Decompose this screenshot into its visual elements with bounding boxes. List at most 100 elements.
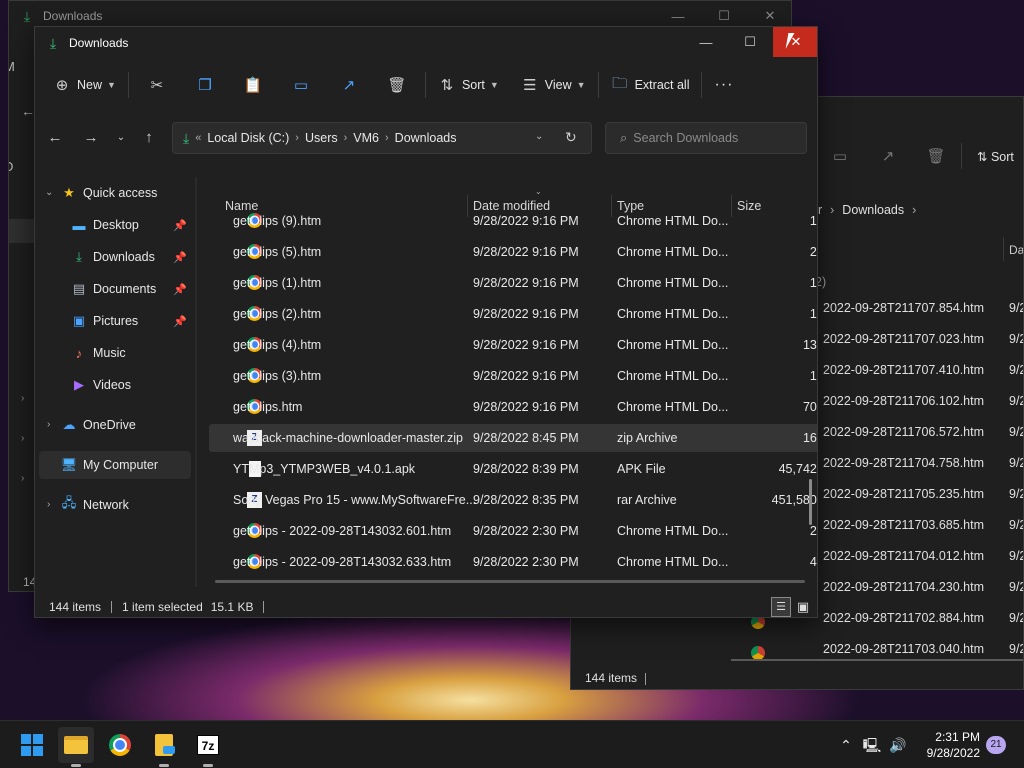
files-app-icon: [155, 734, 175, 756]
taskbar-file-explorer[interactable]: [58, 727, 94, 763]
list-item[interactable]: getClips - 2022-09-28T143032.633.htm 9/28…: [209, 548, 817, 576]
tiles-view-button[interactable]: ▣: [793, 597, 813, 617]
file-name: getClips (9).htm: [233, 214, 322, 228]
list-item[interactable]: Zwayback-machine-downloader-master.zip 9/…: [209, 424, 817, 452]
active-indicator: [159, 764, 169, 767]
bg-rename-icon[interactable]: ▭: [831, 147, 849, 165]
crumb-vm6[interactable]: VM6: [353, 131, 379, 145]
command-bar: ⊕ New ▼ ✂ ❐ 📋 ▭ ↗ 🗑 ⇅ Sort ▼ ☰ View ▼ 🗀 …: [35, 61, 817, 109]
list-item[interactable]: getClips (1).htm 9/28/2022 9:16 PM Chrome …: [209, 269, 817, 297]
file-type: Chrome HTML Do...: [617, 369, 729, 383]
bg-chevron-icon: ›: [21, 473, 25, 484]
list-item[interactable]: getClips (2).htm 9/28/2022 9:16 PM Chrome …: [209, 300, 817, 328]
view-button[interactable]: ☰ View ▼: [513, 69, 594, 101]
file-date: 9/28/2022 8:35 PM: [473, 493, 579, 507]
recent-locations-button[interactable]: ⌄: [107, 123, 135, 151]
bg-file-name[interactable]: 2022-09-28T211704.230.htm: [823, 580, 984, 594]
active-indicator: [203, 764, 213, 767]
bg-file-name[interactable]: 2022-09-28T211704.012.htm: [823, 549, 984, 563]
bg-file-name[interactable]: 2022-09-28T211704.758.htm: [823, 456, 984, 470]
address-dropdown-icon[interactable]: ⌄: [535, 131, 543, 142]
list-item[interactable]: getClips (5).htm 9/28/2022 9:16 PM Chrome …: [209, 238, 817, 266]
rename-icon: ▭: [293, 77, 309, 94]
search-box[interactable]: ⌕: [605, 122, 807, 154]
overflow-chevron-icon[interactable]: «: [195, 132, 201, 144]
bg-file-name[interactable]: 2022-09-28T211705.235.htm: [823, 487, 984, 501]
trash-icon: 🗑: [387, 77, 407, 94]
details-view-button[interactable]: ☰: [771, 597, 791, 617]
crumb-downloads[interactable]: Downloads: [395, 131, 457, 145]
more-dots-icon: ···: [714, 76, 734, 93]
bg-share-icon[interactable]: ↗: [879, 147, 897, 165]
bg-file-name[interactable]: 2022-09-28T211703.040.htm: [823, 642, 984, 656]
bg-back-arrow-icon[interactable]: ←: [21, 103, 35, 119]
bg-delete-icon[interactable]: 🗑: [926, 147, 945, 165]
volume-icon[interactable]: 🔊: [888, 735, 908, 755]
extract-all-button[interactable]: 🗀 Extract all: [603, 69, 698, 101]
bg-file-name[interactable]: 2022-09-28T211707.854.htm: [823, 301, 984, 315]
taskbar-files-app[interactable]: [146, 727, 182, 763]
crumb-users[interactable]: Users: [305, 131, 338, 145]
bg-crumb-downloads[interactable]: Downloads: [842, 203, 904, 217]
sort-button[interactable]: ⇅ Sort ▼: [430, 69, 507, 101]
horizontal-scrollbar[interactable]: [215, 580, 805, 583]
bg-file-name[interactable]: 2022-09-28T211707.023.htm: [823, 332, 984, 346]
paste-button[interactable]: 📋: [229, 69, 277, 101]
chrome-file-icon: [247, 185, 262, 200]
search-input[interactable]: [633, 131, 794, 145]
minimize-button[interactable]: —: [683, 27, 729, 57]
file-size: 1 KB: [809, 369, 817, 383]
clock-time: 2:31 PM: [935, 730, 980, 744]
chevron-down-icon: ▼: [489, 80, 499, 90]
maximize-button[interactable]: ☐: [727, 27, 773, 57]
list-item[interactable]: getClips (4).htm 9/28/2022 9:16 PM Chrome …: [209, 331, 817, 359]
list-item[interactable]: getClips (3).htm 9/28/2022 9:16 PM Chrome …: [209, 362, 817, 390]
bg-sort-button[interactable]: ⇅ Sort: [977, 149, 1014, 164]
taskbar-7zip[interactable]: 7z: [190, 727, 226, 763]
list-item[interactable]: getClips.htm 9/28/2022 9:16 PM Chrome HTML…: [209, 393, 817, 421]
vertical-scrollbar-thumb[interactable]: [809, 479, 812, 525]
taskbar-chrome[interactable]: [102, 727, 138, 763]
copy-button[interactable]: ❐: [181, 69, 229, 101]
list-item[interactable]: getClips - 2022-09-28T143032.601.htm 9/28…: [209, 517, 817, 545]
list-item[interactable]: YTMp3_YTMP3WEB_v4.0.1.apk 9/28/2022 8:39 …: [209, 455, 817, 483]
bg-address-bar[interactable]: er › Downloads ›: [811, 197, 1023, 223]
back-button[interactable]: ←: [41, 123, 69, 151]
rename-button[interactable]: ▭: [277, 69, 325, 101]
file-type: rar Archive: [617, 493, 677, 507]
address-bar[interactable]: ⤓ « Local Disk (C:) › Users › VM6 › Down…: [172, 122, 592, 154]
clock[interactable]: 2:31 PM 9/28/2022: [916, 729, 980, 761]
list-item[interactable]: Z Sony Vegas Pro 15 - www.MySoftwareFre..…: [209, 486, 817, 514]
show-hidden-icons-chevron-icon[interactable]: ⌃: [836, 735, 856, 755]
start-button[interactable]: [14, 727, 50, 763]
explorer-window[interactable]: ⤓ Downloads — ☐ ✕ ⊕ New ▼ ✂ ❐ 📋 ▭ ↗ 🗑 ⇅ …: [34, 26, 818, 618]
network-icon[interactable]: 🖳: [862, 735, 882, 755]
bg-hscroll[interactable]: [731, 659, 1023, 661]
bg-file-name[interactable]: 2022-09-28T211706.572.htm: [823, 425, 984, 439]
bg-file-date: 9/2: [1009, 425, 1023, 439]
status-sep: [111, 601, 113, 613]
file-type: Chrome HTML Do...: [617, 307, 729, 321]
list-item[interactable]: getClips (9).htm 9/28/2022 9:16 PM Chrome …: [209, 207, 817, 235]
refresh-icon[interactable]: ↻: [565, 129, 577, 146]
delete-button[interactable]: 🗑: [373, 69, 421, 101]
bg-status-count: 144 items: [585, 671, 638, 685]
bg-file-name[interactable]: 2022-09-28T211702.884.htm: [823, 611, 984, 625]
extract-label: Extract all: [634, 78, 690, 92]
more-options-button[interactable]: ···: [706, 69, 741, 101]
new-button[interactable]: ⊕ New ▼: [45, 69, 124, 101]
file-list[interactable]: getClips (6).htm 9/28/2022 9:16 PM Chrom…: [35, 185, 817, 581]
crumb-local-disk[interactable]: Local Disk (C:): [207, 131, 289, 145]
file-type: Chrome HTML Do...: [617, 276, 729, 290]
cut-button[interactable]: ✂: [133, 69, 181, 101]
forward-button[interactable]: →: [77, 123, 105, 151]
file-size: 70 KB: [802, 400, 817, 414]
up-button[interactable]: ↑: [135, 123, 163, 151]
share-button[interactable]: ↗: [325, 69, 373, 101]
bg-file-name[interactable]: 2022-09-28T211707.410.htm: [823, 363, 984, 377]
bg-col-header-date[interactable]: Dat: [1009, 243, 1023, 257]
notification-badge[interactable]: 21: [986, 736, 1006, 754]
bg-file-name[interactable]: 2022-09-28T211706.102.htm: [823, 394, 984, 408]
bg-file-name[interactable]: 2022-09-28T211703.685.htm: [823, 518, 984, 532]
file-name: getClips (1).htm: [233, 276, 322, 290]
